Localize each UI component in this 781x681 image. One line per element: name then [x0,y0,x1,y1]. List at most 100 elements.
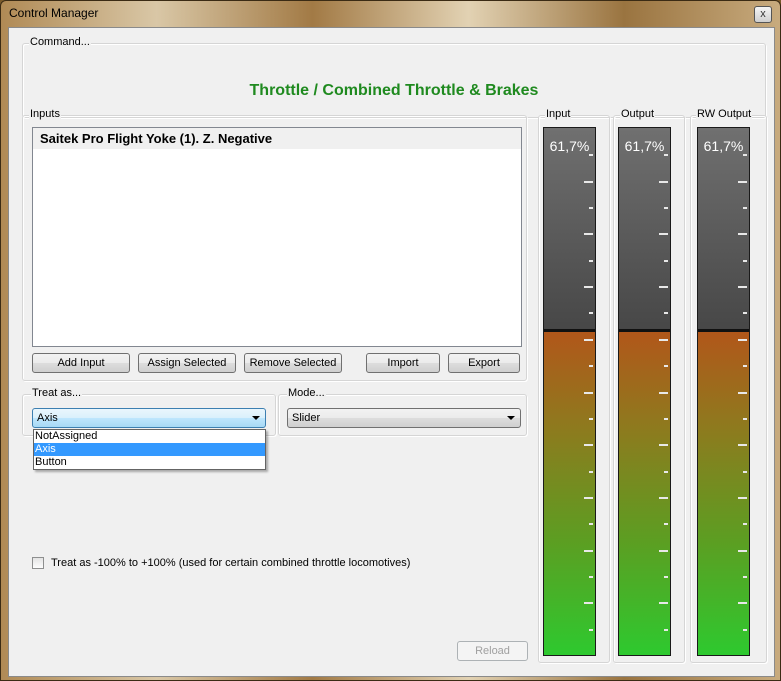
chevron-down-icon [507,416,515,420]
meter-tick [659,181,668,183]
meter-tick [659,339,668,341]
import-button[interactable]: Import [366,353,440,373]
meter-level-line [619,329,670,332]
meter-tick [664,629,668,631]
meter-tick [584,602,593,604]
meter-tick [664,418,668,420]
meter-tick [589,154,593,156]
meter-tick [589,523,593,525]
meter-tick [738,339,747,341]
meter-empty-fill [619,128,670,330]
close-icon: x [760,8,766,20]
meter-tick [664,260,668,262]
meter-tick [743,576,747,578]
window-title: Control Manager [9,6,99,20]
meter-tick [664,471,668,473]
meter-tick [584,444,593,446]
treat-as-dropdown-list[interactable]: NotAssigned Axis Button [33,429,266,470]
meter-tick [589,576,593,578]
meter-tick [589,312,593,314]
reload-button[interactable]: Reload [457,641,528,661]
rw-output-meter-label: RW Output [696,108,753,120]
input-meter-value: 61,7% [549,138,590,154]
meter-tick [659,392,668,394]
chevron-down-icon [252,416,260,420]
meter-tick [589,471,593,473]
list-item[interactable]: Saitek Pro Flight Yoke (1). Z. Negative [33,128,521,149]
meter-level-line [698,329,749,332]
output-meter-label: Output [620,108,656,120]
dropdown-option-button[interactable]: Button [34,456,265,469]
meter-tick [664,154,668,156]
mode-label: Mode... [287,387,326,399]
meter-tick [664,523,668,525]
rw-output-meter-value: 61,7% [703,138,744,154]
meter-tick [584,233,593,235]
meter-empty-fill [698,128,749,330]
command-group: Command... Throttle / Combined Throttle … [22,36,766,118]
mode-value: Slider [292,412,321,424]
command-label: Command... [29,36,91,48]
output-meter: 61,7% [618,127,671,656]
meter-tick [738,392,747,394]
mode-select[interactable]: Slider [287,408,521,428]
meter-tick [738,497,747,499]
meter-tick [743,154,747,156]
meter-empty-fill [544,128,595,330]
meter-level-fill [619,330,670,655]
meter-tick [584,181,593,183]
control-manager-window: Control Manager x Command... Throttle / … [0,0,781,681]
meter-tick [589,365,593,367]
meter-tick [659,286,668,288]
meter-tick [589,207,593,209]
meter-tick [664,365,668,367]
meter-tick [738,602,747,604]
treat-as-range-label: Treat as -100% to +100% (used for certai… [51,557,411,569]
meter-tick [743,260,747,262]
export-button[interactable]: Export [448,353,520,373]
add-input-button[interactable]: Add Input [32,353,130,373]
meter-level-line [544,329,595,332]
meter-tick [743,312,747,314]
meter-tick [584,339,593,341]
meter-tick [738,286,747,288]
treat-as-label: Treat as... [31,387,83,399]
meter-tick [664,312,668,314]
assign-selected-button[interactable]: Assign Selected [138,353,236,373]
meter-tick [589,260,593,262]
meter-level-fill [698,330,749,655]
meter-tick [659,497,668,499]
meter-tick [738,181,747,183]
meter-tick [659,550,668,552]
meter-tick [743,523,747,525]
meter-level-fill [544,330,595,655]
title-bar[interactable]: Control Manager x [1,1,780,27]
meter-tick [738,233,747,235]
treat-as-select[interactable]: Axis [32,408,266,428]
rw-output-meter: 61,7% [697,127,750,656]
meter-tick [743,365,747,367]
meter-tick [664,207,668,209]
inputs-label: Inputs [29,108,61,120]
close-button[interactable]: x [754,6,772,23]
meter-tick [659,233,668,235]
dropdown-option-axis[interactable]: Axis [34,443,265,456]
meter-tick [738,550,747,552]
meter-tick [659,602,668,604]
output-meter-value: 61,7% [624,138,665,154]
treat-as-value: Axis [37,412,58,424]
input-meter-label: Input [545,108,572,120]
meter-tick [743,418,747,420]
meter-tick [743,629,747,631]
meter-tick [743,471,747,473]
input-meter: 61,7% [543,127,596,656]
inputs-listbox[interactable]: Saitek Pro Flight Yoke (1). Z. Negative [32,127,522,347]
client-area: Command... Throttle / Combined Throttle … [8,27,775,677]
meter-tick [659,444,668,446]
remove-selected-button[interactable]: Remove Selected [244,353,342,373]
treat-as-range-checkbox[interactable] [32,557,44,569]
dropdown-option-notassigned[interactable]: NotAssigned [34,430,265,443]
meter-tick [743,207,747,209]
meter-tick [589,629,593,631]
meter-tick [584,286,593,288]
